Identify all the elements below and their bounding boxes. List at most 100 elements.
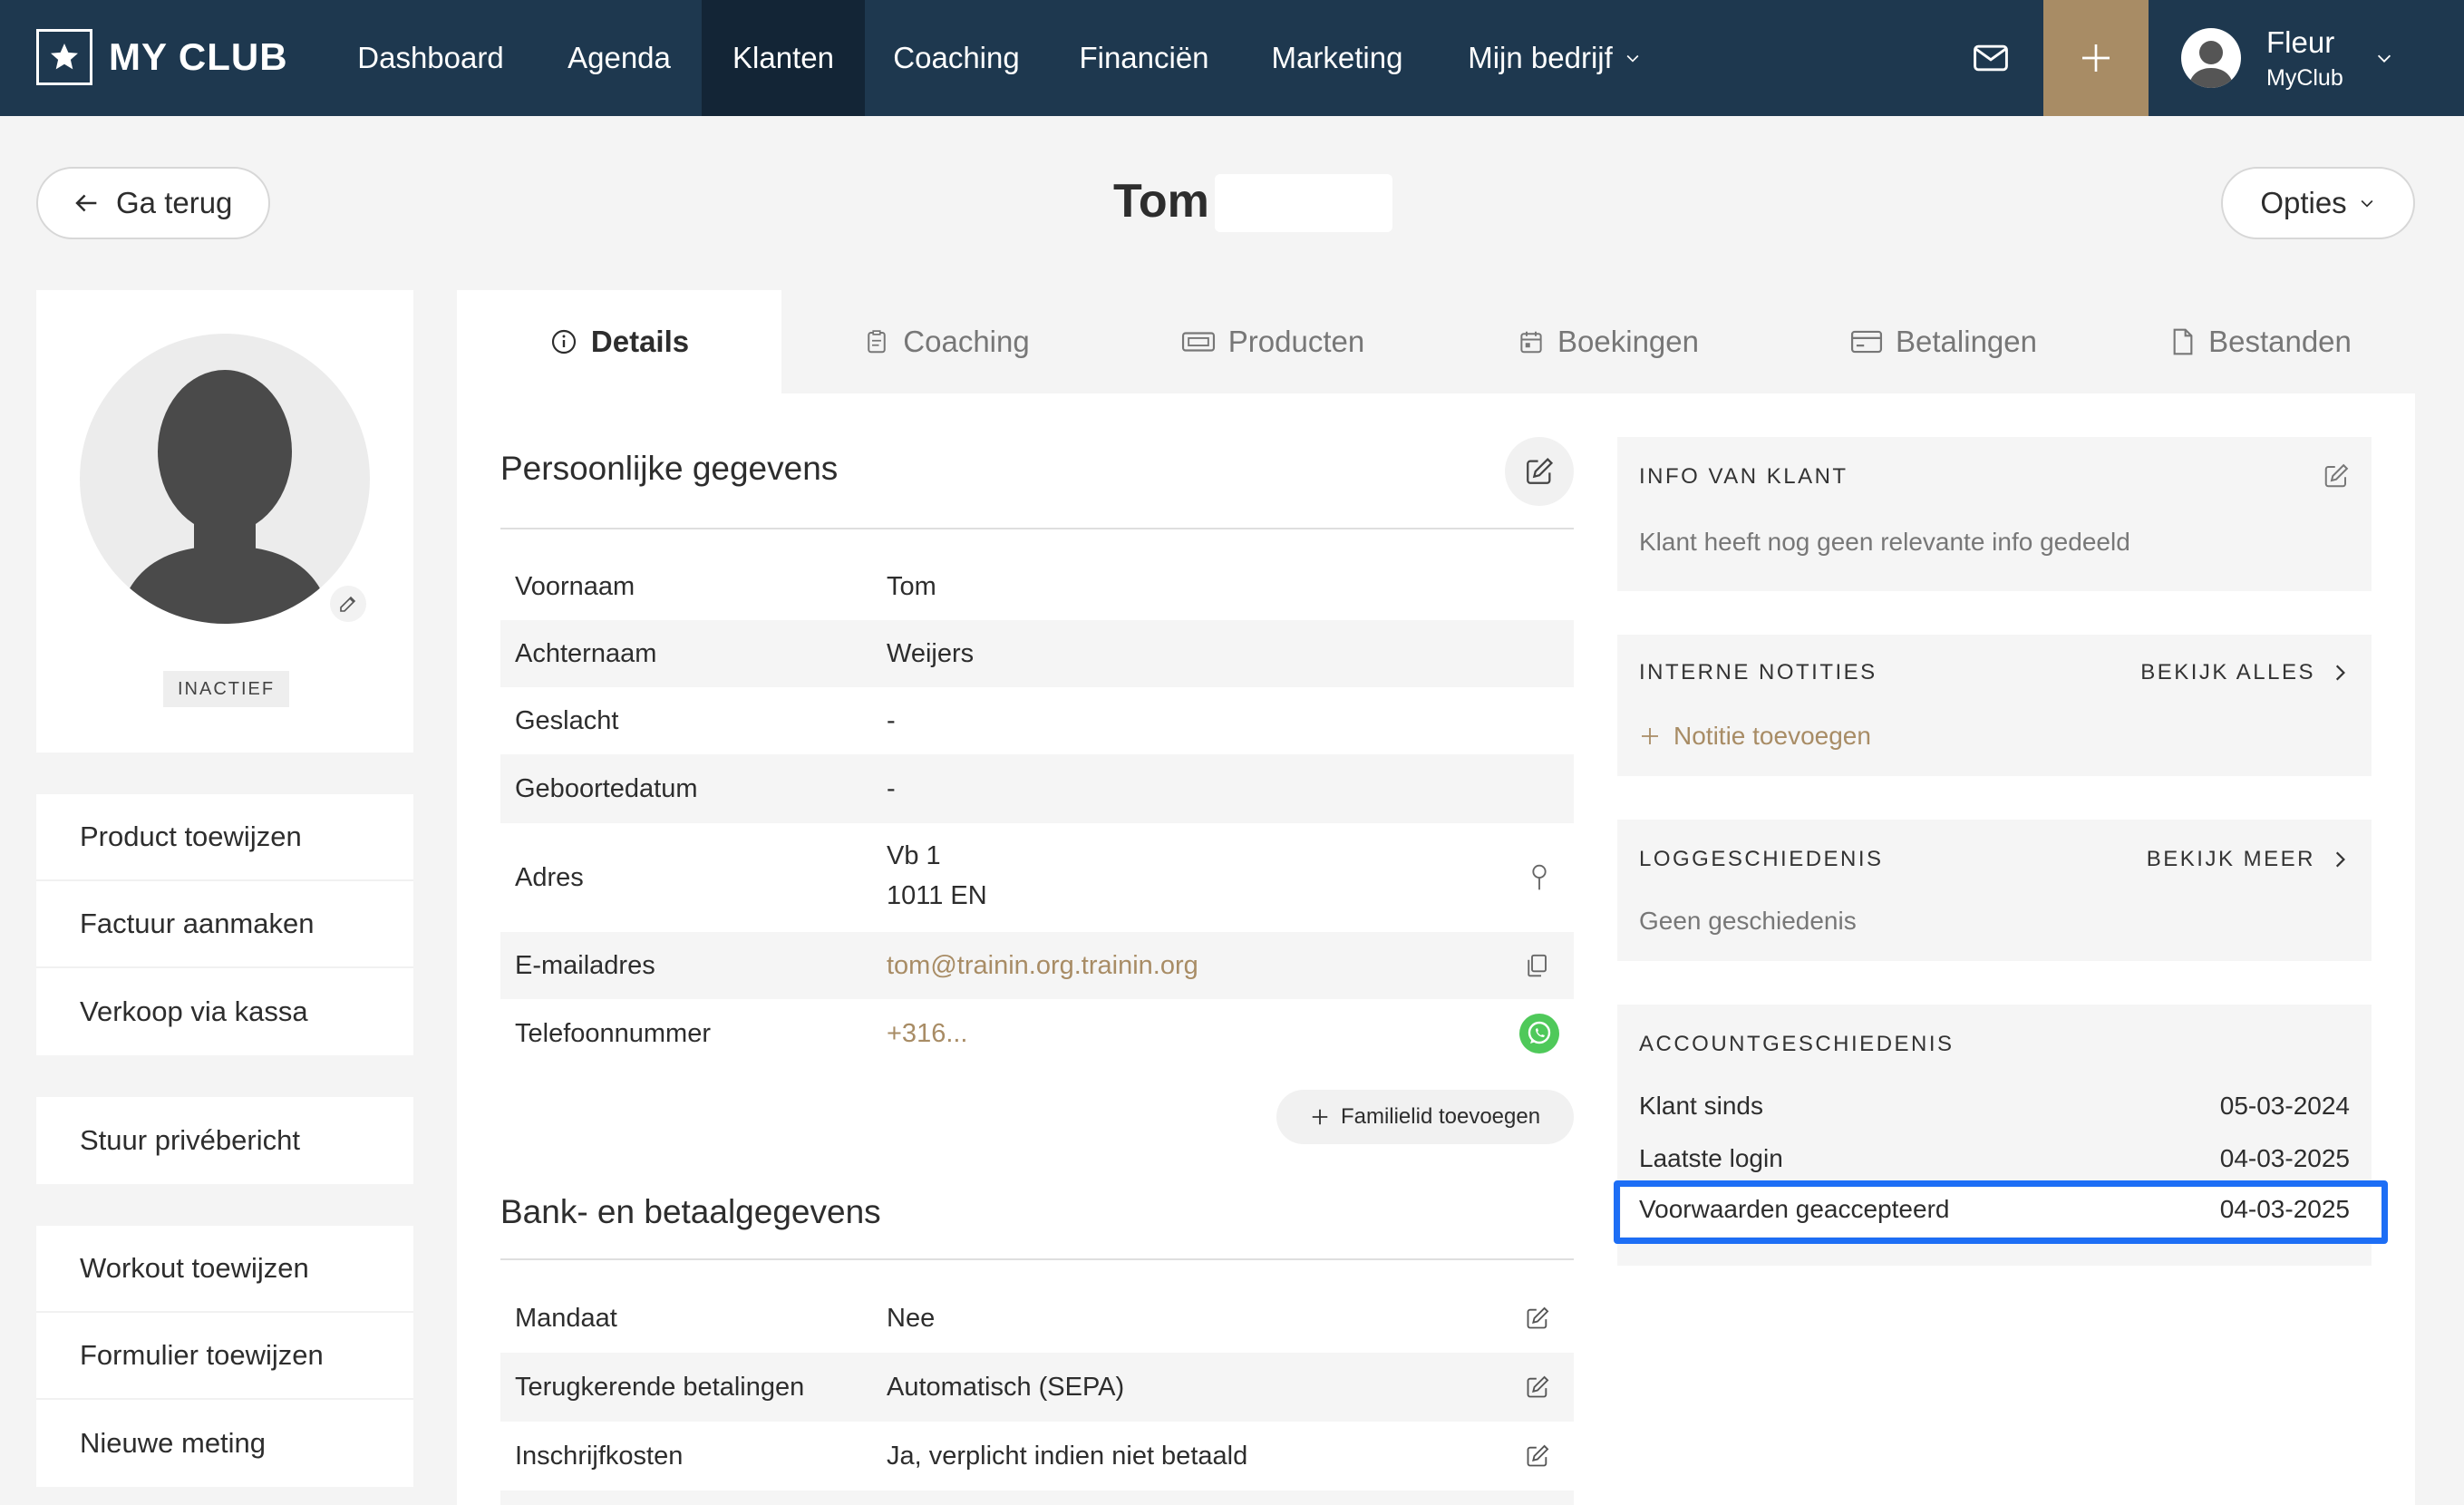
plus-icon (2078, 40, 2114, 76)
nav-item-klanten[interactable]: Klanten (702, 0, 865, 116)
user-org: MyClub (2266, 64, 2343, 91)
nieuwe-meting-button[interactable]: Nieuwe meting (36, 1400, 413, 1487)
address-line-1: Vb 1 (887, 841, 941, 870)
bekijk-meer-link[interactable]: BEKIJK MEER (2147, 847, 2348, 872)
tab-details[interactable]: Details (457, 290, 781, 393)
mail-icon[interactable] (1955, 0, 2027, 116)
detail-row-geslacht: Geslacht - (500, 687, 1574, 754)
tab-boekingen[interactable]: Boekingen (1454, 290, 1762, 393)
calendar-icon (1518, 328, 1545, 355)
bank-details-title: Bank- en betaalgegevens (500, 1193, 881, 1230)
loggeschiedenis-card: LOGGESCHIEDENIS BEKIJK MEER Geen geschie… (1617, 820, 2372, 961)
workout-toewijzen-button[interactable]: Workout toewijzen (36, 1226, 413, 1313)
edit-icon[interactable] (1525, 1306, 1550, 1331)
redacted-surname (1215, 174, 1392, 232)
options-button[interactable]: Opties (2221, 167, 2415, 239)
phone-link[interactable]: +316... (887, 1014, 968, 1054)
copy-icon[interactable] (1523, 952, 1550, 979)
detail-row-geboortedatum: Geboortedatum - (500, 754, 1574, 823)
row-label: Mandaat (515, 1303, 617, 1333)
info-van-klant-card: INFO VAN KLANT Klant heeft nog geen rele… (1617, 437, 2372, 591)
back-button[interactable]: Ga terug (36, 167, 270, 239)
logo[interactable]: MY CLUB (36, 29, 288, 85)
status-badge: INACTIEF (163, 671, 290, 707)
tab-label: Bestanden (2208, 325, 2352, 358)
credit-card-icon (1850, 328, 1883, 355)
detail-row-achternaam: Achternaam Weijers (500, 620, 1574, 687)
top-navigation-bar: MY CLUB Dashboard Agenda Klanten Coachin… (0, 0, 2464, 116)
nav-item-coaching[interactable]: Coaching (876, 0, 1037, 116)
add-family-member-button[interactable]: Familielid toevoegen (1276, 1090, 1574, 1144)
row-label: Telefoonnummer (515, 1018, 711, 1048)
detail-row-email: E-mailadres tom@trainin.org.trainin.org (500, 932, 1574, 999)
nav-item-financien[interactable]: Financiën (1052, 0, 1237, 116)
avatar (80, 334, 370, 624)
edit-icon[interactable] (1525, 1443, 1550, 1469)
row-value: - (887, 774, 896, 803)
card-title: ACCOUNTGESCHIEDENIS (1639, 1032, 1955, 1056)
add-family-member-label: Familielid toevoegen (1340, 1104, 1541, 1129)
tab-label: Producten (1227, 325, 1365, 358)
row-value: Weijers (887, 639, 975, 668)
row-value: Automatisch (SEPA) (887, 1373, 1125, 1402)
star-icon (36, 29, 92, 85)
edit-icon[interactable] (2323, 462, 2350, 490)
detail-row-adres: Adres Vb 1 1011 EN (500, 823, 1574, 932)
profile-card: INACTIEF (36, 290, 413, 752)
nav-item-mijn-bedrijf[interactable]: Mijn bedrijf (1450, 0, 1659, 116)
map-pin-icon[interactable] (1528, 863, 1550, 892)
row-label: Achternaam (515, 638, 657, 668)
nav-label: Coaching (893, 41, 1020, 74)
action-group-2: Stuur privébericht (36, 1097, 413, 1184)
nav-item-marketing[interactable]: Marketing (1251, 0, 1423, 116)
nav-label: Dashboard (357, 41, 504, 74)
file-icon (2170, 327, 2196, 356)
detail-row-telefoon: Telefoonnummer +316... (500, 999, 1574, 1068)
card-text: Klant heeft nog geen relevante info gede… (1639, 528, 2130, 556)
nav-label: Agenda (567, 41, 671, 74)
row-value: Nee (887, 1304, 936, 1333)
tab-label: Boekingen (1557, 325, 1699, 358)
tab-producten[interactable]: Producten (1110, 290, 1436, 393)
product-toewijzen-button[interactable]: Product toewijzen (36, 794, 413, 881)
add-button[interactable] (2043, 0, 2149, 116)
formulier-toewijzen-button[interactable]: Formulier toewijzen (36, 1313, 413, 1400)
chevron-down-icon (2358, 194, 2376, 212)
chevron-down-icon (2374, 48, 2394, 68)
history-row: Laatste login 04-03-2025 (1639, 1144, 2350, 1173)
verkoop-via-kassa-button[interactable]: Verkoop via kassa (36, 968, 413, 1055)
row-label: Inschrijfkosten (515, 1441, 684, 1471)
highlight-box (1614, 1180, 2388, 1244)
stuur-privebericht-button[interactable]: Stuur privébericht (36, 1097, 413, 1184)
history-row: Klant sinds 05-03-2024 (1639, 1092, 2350, 1121)
nav-item-dashboard[interactable]: Dashboard (335, 0, 526, 116)
edit-icon[interactable] (1505, 437, 1574, 506)
factuur-aanmaken-button[interactable]: Factuur aanmaken (36, 881, 413, 968)
history-label: Laatste login (1639, 1144, 1783, 1172)
whatsapp-icon[interactable] (1519, 1014, 1559, 1054)
row-label: Geboortedatum (515, 773, 698, 803)
chevron-right-icon (2332, 850, 2348, 869)
divider (500, 1258, 1574, 1260)
detail-row-voornaam: Voornaam Tom (500, 553, 1574, 620)
email-link[interactable]: tom@trainin.org.trainin.org (887, 946, 1198, 986)
nav-item-agenda[interactable]: Agenda (548, 0, 691, 116)
history-value: 05-03-2024 (2219, 1092, 2350, 1120)
tab-coaching[interactable]: Coaching (801, 290, 1091, 393)
tab-bestanden[interactable]: Bestanden (2125, 290, 2397, 393)
row-value: Ja, verplicht indien niet betaald (887, 1442, 1248, 1471)
edit-icon[interactable] (1525, 1374, 1550, 1400)
user-menu[interactable]: Fleur MyClub (2181, 0, 2394, 116)
ticket-icon (1181, 328, 1216, 355)
link-label: BEKIJK ALLES (2140, 660, 2315, 685)
chevron-right-icon (2332, 663, 2348, 683)
bank-row-mandaat: Mandaat Nee (500, 1284, 1574, 1353)
add-note-button[interactable]: Notitie toevoegen (1639, 722, 1871, 751)
tab-betalingen[interactable]: Betalingen (1790, 290, 2098, 393)
interne-notities-card: INTERNE NOTITIES BEKIJK ALLES Notitie to… (1617, 635, 2372, 776)
history-value: 04-03-2025 (2219, 1144, 2350, 1172)
bekijk-alles-link[interactable]: BEKIJK ALLES (2140, 660, 2348, 685)
edit-avatar-icon[interactable] (330, 586, 366, 622)
tab-label: Betalingen (1896, 325, 2037, 358)
link-label: BEKIJK MEER (2146, 847, 2315, 871)
